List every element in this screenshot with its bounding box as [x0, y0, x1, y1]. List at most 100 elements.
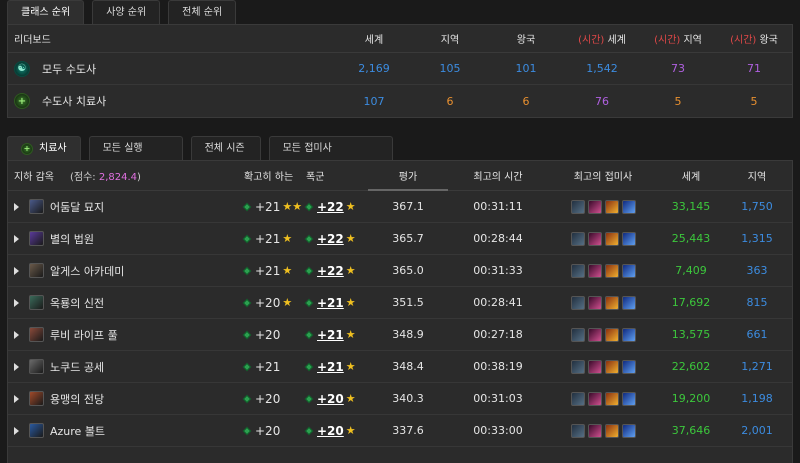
header-rating[interactable]: 평가	[368, 168, 448, 191]
affix-volcanic-icon[interactable]	[604, 327, 619, 342]
dungeon-row[interactable]: 어둠달 묘지 +21 ★★ +22 ★ 367.1 00:31:11 33,145 1,750	[8, 191, 792, 223]
header-tyrannical[interactable]: 폭군	[306, 168, 368, 183]
expand-caret-icon[interactable]	[14, 298, 19, 307]
affix-tyrannical-icon[interactable]	[570, 199, 585, 214]
affix-tyrannical-icon[interactable]	[570, 263, 585, 278]
affix-volcanic-icon[interactable]	[604, 263, 619, 278]
dungeon-name-cell[interactable]: 노쿠드 공세	[8, 359, 244, 375]
dungeon-row[interactable]: 옥룡의 신전 +20 ★ +21 ★ 351.5 00:28:41 17,692 815	[8, 287, 792, 319]
affix-bursting-icon[interactable]	[587, 295, 602, 310]
affix-thundering-icon[interactable]	[621, 327, 636, 342]
affix-bursting-icon[interactable]	[587, 391, 602, 406]
affix-tyrannical-icon[interactable]	[570, 327, 585, 342]
affix-volcanic-icon[interactable]	[604, 231, 619, 246]
dungeon-icon	[29, 423, 44, 438]
rating-cell: 337.6	[392, 424, 424, 437]
dungeon-name-cell[interactable]: 용맹의 전당	[8, 391, 244, 407]
dungeon-name-cell[interactable]: 옥룡의 신전	[8, 295, 244, 311]
expand-caret-icon[interactable]	[14, 234, 19, 243]
affix-bursting-icon[interactable]	[587, 199, 602, 214]
affix-bursting-icon[interactable]	[587, 359, 602, 374]
world-rank-cell: 7,409	[675, 264, 707, 277]
star-icon: ★	[345, 360, 356, 373]
star-icon: ★	[345, 328, 356, 341]
best-time-cell: 00:28:41	[473, 296, 523, 309]
affix-volcanic-icon[interactable]	[604, 391, 619, 406]
affix-bursting-icon[interactable]	[587, 263, 602, 278]
header-best-time[interactable]: 최고의 시간	[448, 168, 548, 183]
affix-tyrannical-icon[interactable]	[570, 391, 585, 406]
affix-cell	[548, 295, 658, 310]
best-time-cell: 00:28:44	[473, 232, 523, 245]
tab-spec-rank[interactable]: 사양 순위	[92, 0, 161, 24]
affix-cell	[548, 327, 658, 342]
affix-volcanic-icon[interactable]	[604, 295, 619, 310]
world-rank-cell: 22,602	[671, 360, 711, 373]
dungeon-icon	[29, 327, 44, 342]
affix-volcanic-icon[interactable]	[604, 423, 619, 438]
dungeon-name-cell[interactable]: 알게스 아카데미	[8, 263, 244, 279]
dungeon-icon	[29, 391, 44, 406]
affix-thundering-icon[interactable]	[621, 199, 636, 214]
affix-thundering-icon[interactable]	[621, 359, 636, 374]
affix-bursting-icon[interactable]	[587, 327, 602, 342]
expand-caret-icon[interactable]	[14, 202, 19, 211]
dungeon-row[interactable]: 알게스 아카데미 +21 ★ +22 ★ 365.0 00:31:33 7,409 363	[8, 255, 792, 287]
leaderboard-panel: 리더보드 세계 지역 왕국 (시간) 세계 (시간) 지역 (시간) 왕국 ☯ …	[7, 24, 793, 118]
keystone-gem-icon	[242, 330, 252, 339]
dungeon-row[interactable]: Azure 볼트 +20 +20 ★ 337.6 00:33:00 37,646 2,001	[8, 415, 792, 447]
fortified-cell: +21 ★	[242, 232, 306, 246]
dungeon-row[interactable]: 루비 라이프 풀 +20 +21 ★ 348.9 00:27:18 13,575 661	[8, 319, 792, 351]
best-time-cell: 00:38:19	[473, 360, 523, 373]
affix-thundering-icon[interactable]	[621, 231, 636, 246]
affix-tyrannical-icon[interactable]	[570, 359, 585, 374]
tab-all-runs[interactable]: 모든 실행	[88, 136, 183, 160]
affix-tyrannical-icon[interactable]	[570, 423, 585, 438]
dungeon-row[interactable]: 노쿠드 공세 +21 +21 ★ 348.4 00:38:19 22,602 1,271	[8, 351, 792, 383]
rating-cell: 348.4	[392, 360, 424, 373]
affix-thundering-icon[interactable]	[621, 423, 636, 438]
tab-overall-rank[interactable]: 전체 순위	[168, 0, 237, 24]
star-icon: ★★	[282, 200, 303, 213]
dungeon-name-cell[interactable]: 어둠달 묘지	[8, 199, 244, 215]
tab-all-seasons[interactable]: 전체 시즌	[190, 136, 261, 160]
affix-thundering-icon[interactable]	[621, 295, 636, 310]
tab-all-affixes[interactable]: 모든 접미사	[268, 136, 393, 160]
overall-score: (점수: 2,824.4)	[69, 172, 141, 183]
expand-caret-icon[interactable]	[14, 394, 19, 403]
rating-cell: 365.7	[392, 232, 424, 245]
dungeon-icon	[29, 359, 44, 374]
dungeon-name-cell[interactable]: Azure 볼트	[8, 423, 244, 439]
header-region[interactable]: 지역	[724, 168, 790, 183]
affix-bursting-icon[interactable]	[587, 423, 602, 438]
header-world[interactable]: 세계	[658, 168, 724, 183]
expand-caret-icon[interactable]	[14, 330, 19, 339]
dungeon-row[interactable]: 별의 법원 +21 ★ +22 ★ 365.7 00:28:44 25,443 1,315	[8, 223, 792, 255]
affix-cell	[548, 199, 658, 214]
expand-caret-icon[interactable]	[14, 266, 19, 275]
tab-healer[interactable]: + 치료사	[7, 136, 81, 160]
dungeon-row[interactable]: 용맹의 전당 +20 +20 ★ 340.3 00:31:03 19,200 1,198	[8, 383, 792, 415]
affix-tyrannical-icon[interactable]	[570, 295, 585, 310]
region-rank-cell: 2,001	[741, 424, 773, 437]
keystone-gem-icon	[304, 298, 314, 307]
rating-cell: 365.0	[392, 264, 424, 277]
header-fortified[interactable]: 확고히 하는	[244, 168, 306, 183]
affix-thundering-icon[interactable]	[621, 263, 636, 278]
affix-bursting-icon[interactable]	[587, 231, 602, 246]
star-icon: ★	[345, 424, 356, 437]
keystone-gem-icon	[304, 266, 314, 275]
keystone-gem-icon	[304, 234, 314, 243]
affix-volcanic-icon[interactable]	[604, 359, 619, 374]
expand-caret-icon[interactable]	[14, 362, 19, 371]
affix-thundering-icon[interactable]	[621, 391, 636, 406]
dungeon-rows: 어둠달 묘지 +21 ★★ +22 ★ 367.1 00:31:11 33,145 1,750 별…	[8, 191, 792, 447]
dungeon-name-cell[interactable]: 별의 법원	[8, 231, 244, 247]
dungeon-name-cell[interactable]: 루비 라이프 풀	[8, 327, 244, 343]
tab-class-rank[interactable]: 클래스 순위	[7, 0, 85, 24]
affix-tyrannical-icon[interactable]	[570, 231, 585, 246]
region-rank-cell: 1,315	[741, 232, 773, 245]
affix-volcanic-icon[interactable]	[604, 199, 619, 214]
row-label: ☯ 모두 수도사	[8, 60, 336, 77]
expand-caret-icon[interactable]	[14, 426, 19, 435]
